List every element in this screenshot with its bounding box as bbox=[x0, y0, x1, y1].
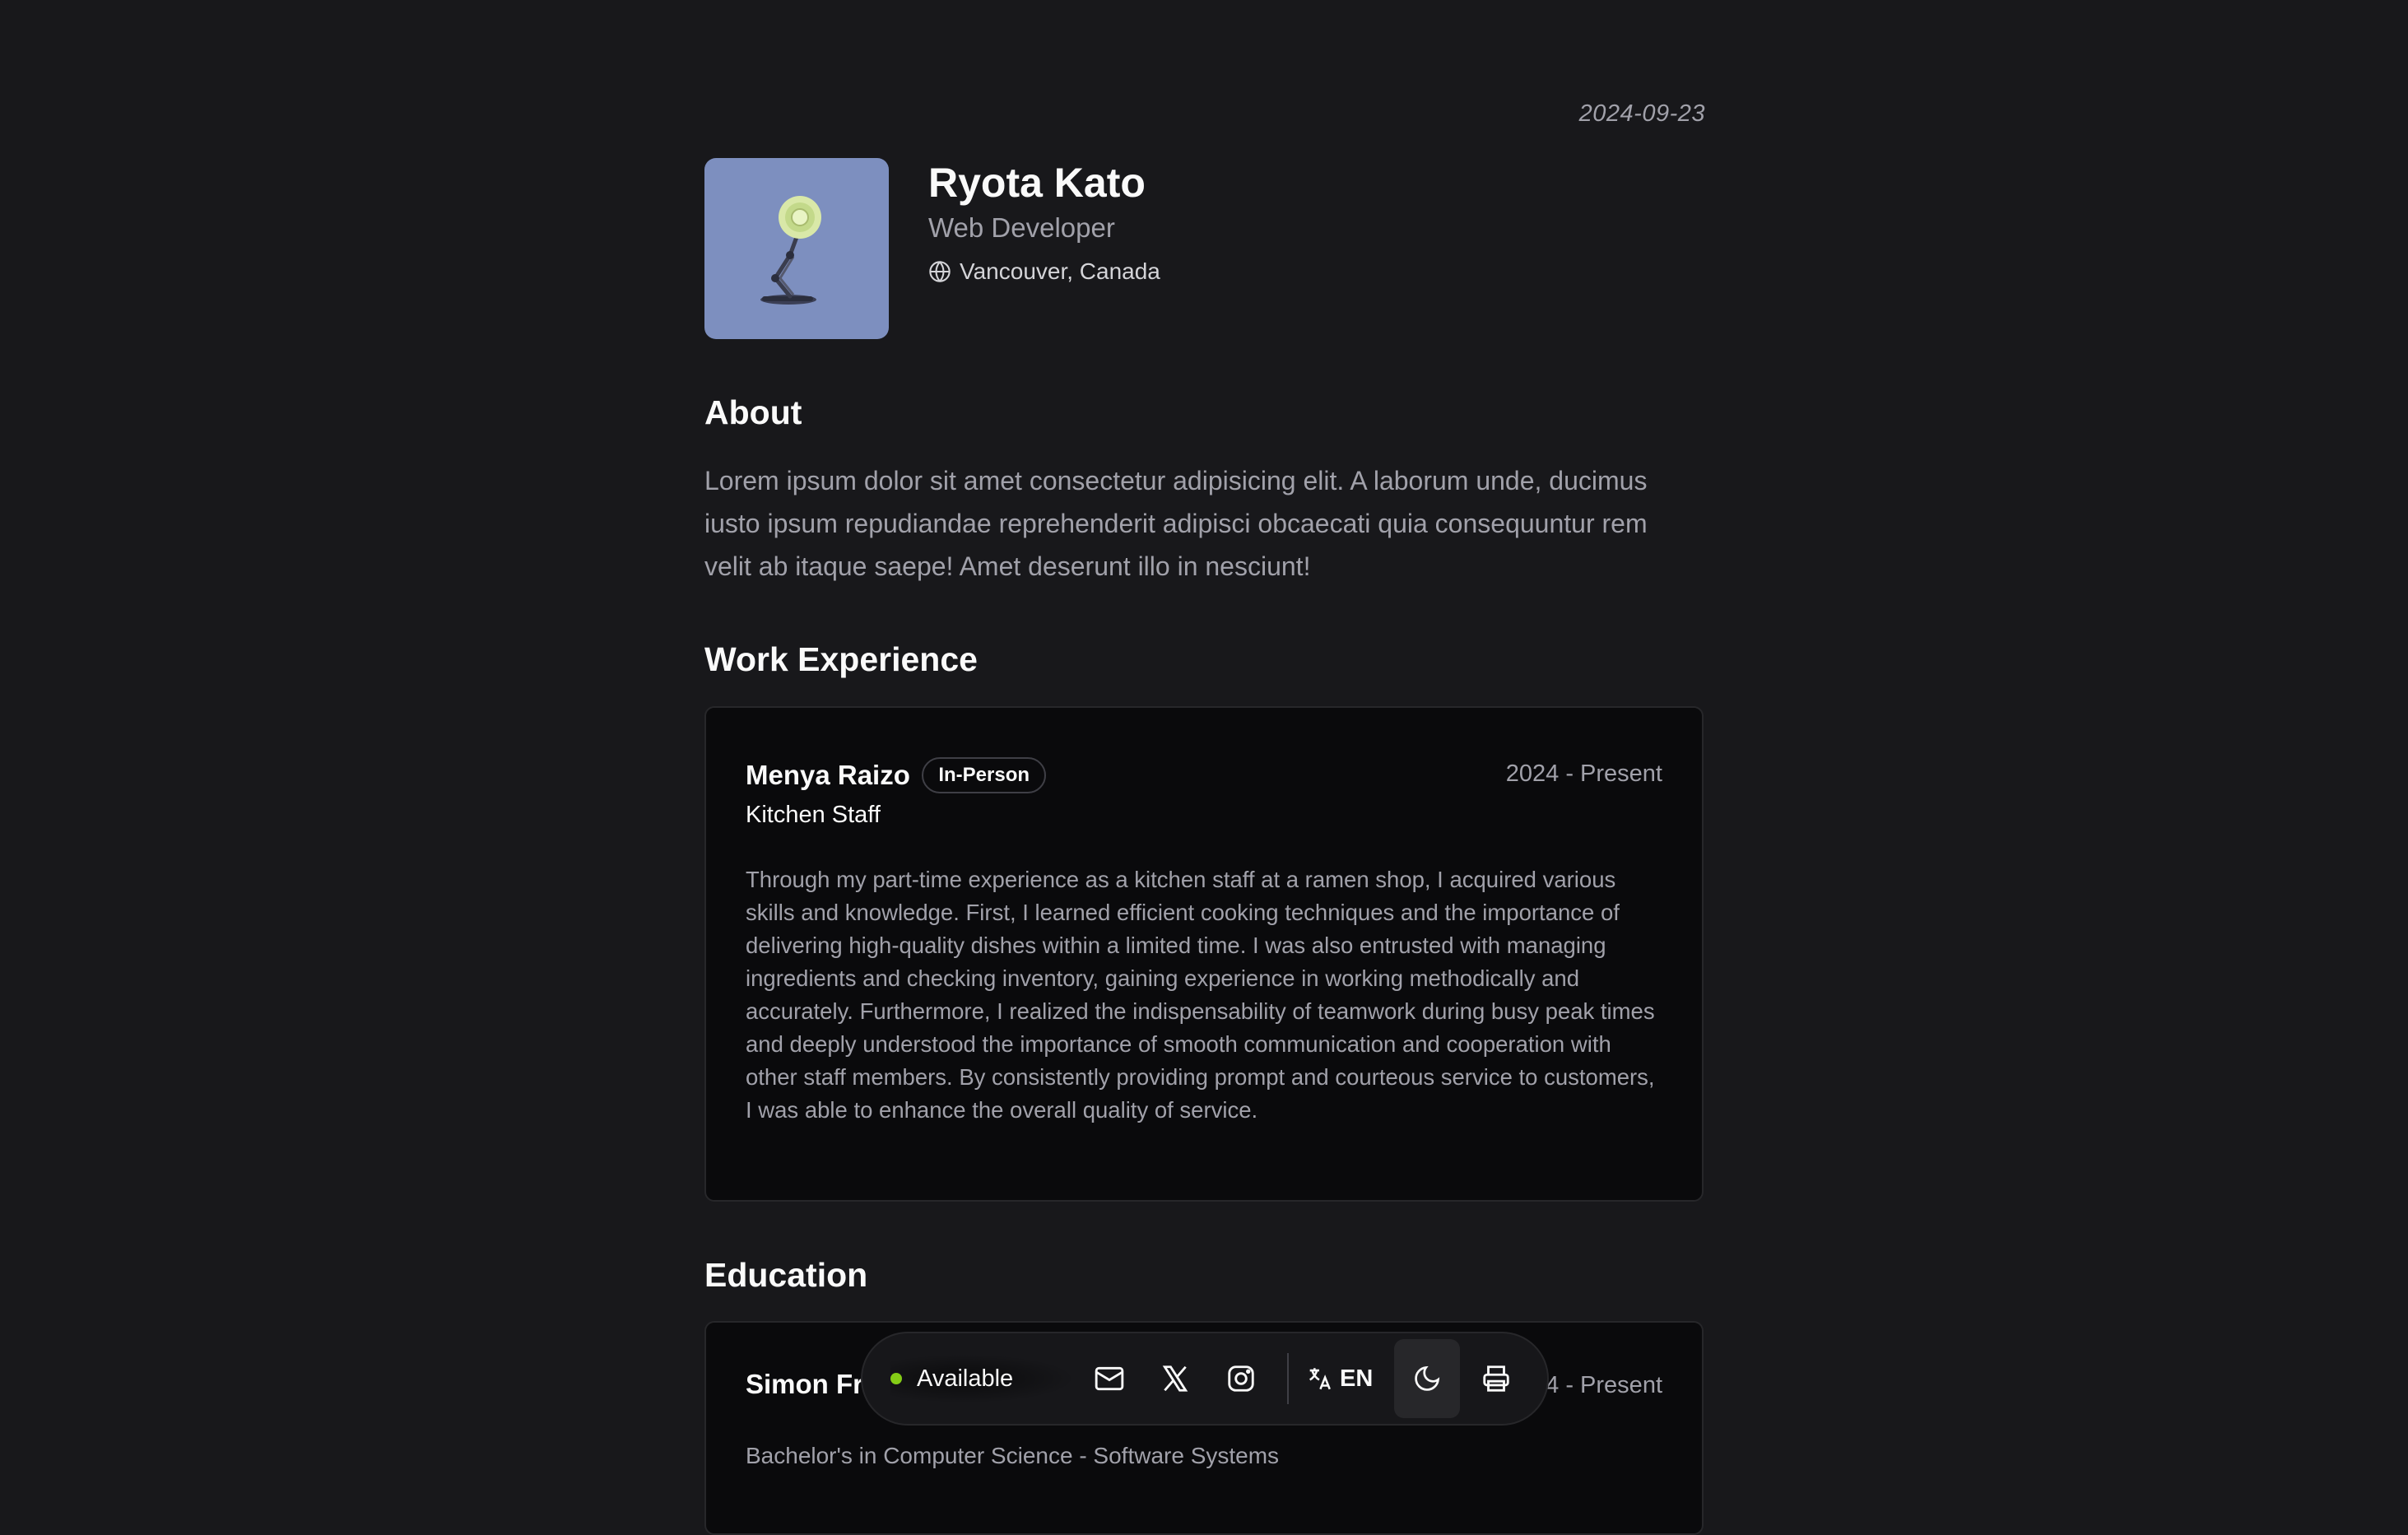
work-card: Menya Raizo In-Person 2024 - Present Kit… bbox=[704, 706, 1704, 1202]
dock-separator bbox=[1287, 1353, 1289, 1404]
work-period: 2024 - Present bbox=[1506, 761, 1662, 788]
work-description: Through my part-time experience as a kit… bbox=[746, 867, 1655, 1123]
instagram-button[interactable] bbox=[1208, 1346, 1274, 1412]
profile-name: Ryota Kato bbox=[928, 160, 1146, 206]
lamp-illustration bbox=[760, 196, 821, 305]
about-text: Lorem ipsum dolor sit amet consectetur a… bbox=[704, 466, 1648, 581]
work-position: Kitchen Staff bbox=[746, 802, 881, 828]
education-heading: Education bbox=[704, 1256, 868, 1294]
education-period: 4 - Present bbox=[1546, 1372, 1662, 1398]
x-button[interactable] bbox=[1142, 1346, 1208, 1412]
translate-icon bbox=[1309, 1368, 1331, 1390]
moon-icon bbox=[1415, 1365, 1440, 1391]
avatar bbox=[704, 158, 889, 339]
work-heading: Work Experience bbox=[704, 640, 978, 678]
profile-location[interactable]: Vancouver, Canada bbox=[928, 258, 1160, 285]
availability-status: Available bbox=[890, 1354, 1076, 1403]
about-heading: About bbox=[704, 393, 802, 431]
command-dock: Available EN bbox=[861, 1332, 1549, 1426]
work-badge: In-Person bbox=[922, 757, 1047, 793]
education-degree: Bachelor's in Computer Science - Softwar… bbox=[746, 1443, 1280, 1468]
profile-role: Web Developer bbox=[928, 212, 1115, 243]
work-end: Present bbox=[1580, 761, 1662, 787]
resume-date: 2024-09-23 bbox=[1578, 100, 1705, 127]
period-separator: - bbox=[1565, 761, 1581, 787]
education-school[interactable]: Simon Fr bbox=[746, 1369, 863, 1400]
printer-icon bbox=[1483, 1365, 1509, 1392]
x-icon bbox=[1162, 1365, 1188, 1392]
globe-icon bbox=[929, 261, 951, 282]
status-dot bbox=[890, 1373, 902, 1384]
profile-header: Ryota Kato Web Developer Vancouver, Cana… bbox=[704, 158, 1160, 339]
status-label: Available bbox=[917, 1365, 1014, 1392]
work-company[interactable]: Menya Raizo bbox=[746, 760, 910, 791]
language-label: EN bbox=[1340, 1365, 1374, 1392]
location-text: Vancouver, Canada bbox=[960, 258, 1160, 284]
theme-toggle[interactable] bbox=[1394, 1339, 1461, 1418]
language-toggle[interactable]: EN bbox=[1305, 1365, 1373, 1393]
work-start: 2024 bbox=[1505, 761, 1560, 787]
mail-button[interactable] bbox=[1076, 1346, 1142, 1412]
print-button[interactable] bbox=[1463, 1346, 1529, 1412]
instagram-icon bbox=[1228, 1365, 1254, 1392]
mail-icon bbox=[1095, 1366, 1124, 1391]
